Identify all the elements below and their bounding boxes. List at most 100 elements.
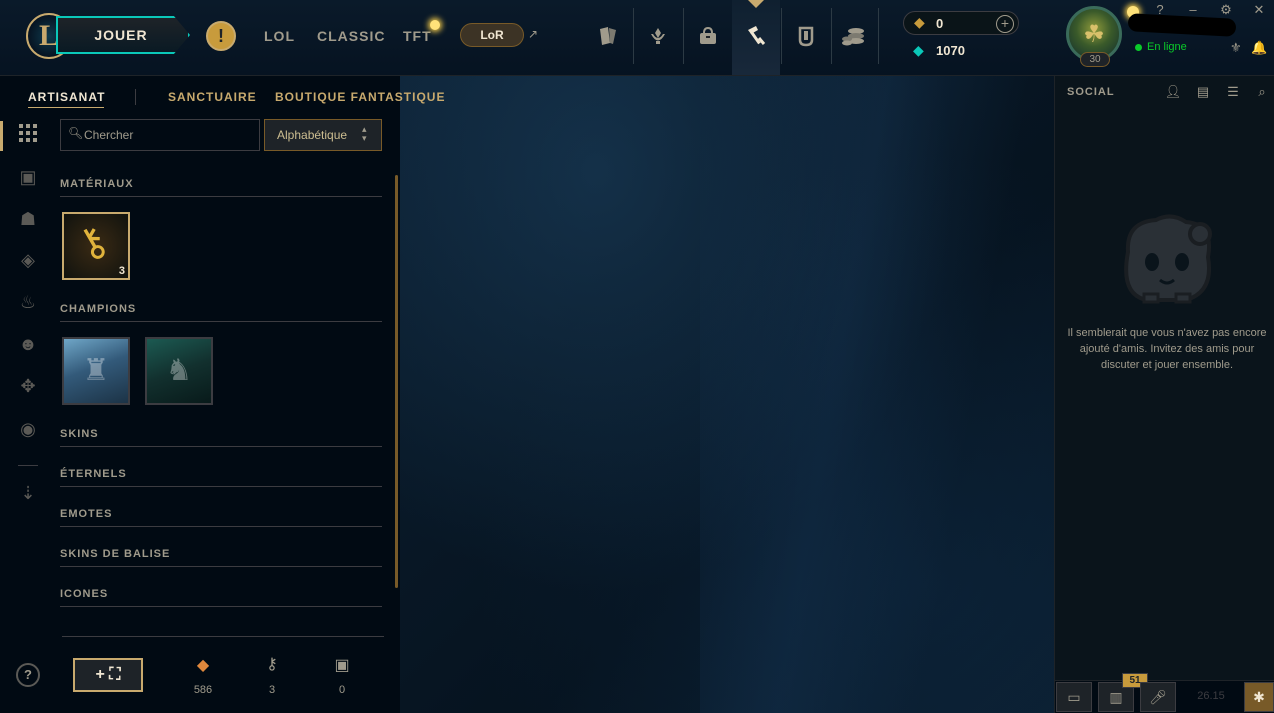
filter-all-grid-icon[interactable]	[16, 124, 40, 148]
key-fragment-count: 3	[268, 684, 276, 696]
rp-value: 0	[936, 16, 944, 31]
online-status-text[interactable]: En ligne	[1147, 41, 1187, 53]
category-ward-skins-header[interactable]: SKINS DE BALISE	[60, 548, 382, 567]
add-friend-icon[interactable]: 👤︎	[1164, 84, 1182, 100]
tab-boutique-fantastique[interactable]: BOUTIQUE FANTASTIQUE	[275, 90, 445, 104]
tab-divider	[135, 89, 136, 105]
loot-scrollbar[interactable]	[395, 175, 398, 588]
sort-selected-value: Alphabétique	[277, 128, 348, 142]
champions-icon[interactable]	[640, 18, 676, 54]
blue-essence-icon: ◆	[913, 42, 924, 58]
voice-mic-icon[interactable]: 🎤︎	[1140, 682, 1176, 712]
bell-icon[interactable]: 🔔	[1251, 40, 1267, 56]
crafting-icon[interactable]	[738, 18, 774, 54]
category-materials-header[interactable]: MATÉRIAUX	[60, 178, 382, 197]
ranked-icon[interactable]: ⚜	[1230, 40, 1242, 56]
help-icon[interactable]: ?	[1152, 2, 1168, 17]
add-folder-icon[interactable]: ▤	[1194, 84, 1212, 100]
minimize-icon[interactable]: –	[1185, 2, 1201, 17]
category-divider	[60, 606, 382, 607]
item-count: 3	[118, 265, 125, 277]
category-skins-header[interactable]: SKINS	[60, 428, 382, 447]
buy-rp-button[interactable]: +	[996, 15, 1014, 33]
filter-eternals-flame-icon[interactable]: ♨	[16, 290, 40, 314]
level-badge: 30	[1080, 52, 1110, 67]
close-icon[interactable]: ✕	[1251, 2, 1267, 18]
poro-mascot-icon	[1124, 214, 1212, 304]
category-label: CHAMPIONS	[60, 303, 137, 315]
tab-sanctuaire[interactable]: SANCTUAIRE	[168, 90, 257, 104]
category-divider	[60, 486, 382, 487]
lor-launch-button[interactable]: LoR	[460, 23, 524, 47]
category-divider	[60, 321, 382, 322]
clock-text: 26.15	[1197, 690, 1225, 702]
store-icon[interactable]	[690, 18, 726, 54]
category-emotes-header[interactable]: EMOTES	[60, 508, 382, 527]
currency-icon[interactable]	[836, 18, 872, 54]
cards-icon[interactable]	[590, 18, 626, 54]
active-tab-underline	[28, 107, 104, 108]
riot-points-icon: ◆	[914, 14, 925, 30]
blue-essence-value: 1070	[936, 43, 965, 58]
footer-divider	[62, 636, 384, 637]
sort-chevron-icon: ▴ ▾	[362, 124, 367, 143]
category-label: ÉTERNELS	[60, 468, 127, 480]
collection-icon[interactable]	[788, 18, 824, 54]
sidebar-divider	[18, 465, 38, 466]
active-filter-indicator	[0, 121, 3, 151]
list-view-icon[interactable]: ☰	[1224, 84, 1242, 100]
social-panel	[1054, 76, 1274, 713]
category-eternals-header[interactable]: ÉTERNELS	[60, 468, 382, 487]
category-champions-header[interactable]: CHAMPIONS	[60, 303, 382, 322]
nav-link-classic[interactable]: CLASSIC	[317, 28, 385, 44]
search-friends-icon[interactable]: ⌕	[1253, 84, 1271, 100]
filter-skin-mask-icon[interactable]: ◈	[16, 248, 40, 272]
chat-icon[interactable]: ▭	[1056, 682, 1092, 712]
chest-count: 0	[338, 684, 346, 696]
loot-item-champion-shard[interactable]: ♞	[145, 337, 213, 405]
loot-item-champion-shard[interactable]: ♜	[62, 337, 130, 405]
alert-icon[interactable]: !	[206, 21, 236, 51]
nav-divider	[683, 8, 684, 64]
nav-link-lol[interactable]: LOL	[264, 28, 295, 44]
key-fragment-icon: ⚷	[266, 656, 278, 673]
category-label: SKINS	[60, 428, 99, 440]
chest-icon: ▣	[334, 657, 350, 674]
tab-artisanat[interactable]: ARTISANAT	[28, 90, 105, 104]
category-icons-header[interactable]: ICONES	[60, 588, 382, 607]
nav-link-tft[interactable]: TFT	[403, 28, 432, 44]
category-label: EMOTES	[60, 508, 113, 520]
filter-emotes-face-icon[interactable]: ☻	[16, 332, 40, 356]
external-link-icon: ↗	[528, 27, 539, 41]
buy-chest-button[interactable]: + ⛶	[73, 658, 143, 692]
filter-ward-icon[interactable]: ✥	[16, 374, 40, 398]
category-label: ICONES	[60, 588, 109, 600]
filter-profile-icon[interactable]: ◉	[16, 417, 40, 441]
loot-item-hextech-key[interactable]: ⚷ 3	[62, 212, 130, 280]
online-status-icon	[1135, 44, 1142, 51]
category-label: MATÉRIAUX	[60, 178, 134, 190]
nav-divider	[781, 8, 782, 64]
orange-essence-icon: ◆	[196, 657, 210, 674]
notification-dot-icon	[430, 20, 440, 30]
settings-gear-icon[interactable]: ⚙	[1218, 2, 1234, 18]
filter-misc-icon[interactable]: ⇣	[16, 481, 40, 505]
search-icon: 🔍︎	[68, 126, 84, 140]
no-friends-message: Il semblerait que vous n'avez pas encore…	[1067, 327, 1267, 371]
bug-report-icon[interactable]: ✱	[1244, 682, 1274, 712]
nav-divider	[633, 8, 634, 64]
filter-champion-helmet-icon[interactable]: ☗	[16, 207, 40, 231]
category-divider	[60, 566, 382, 567]
lor-label: LoR	[480, 28, 504, 42]
nav-divider	[878, 8, 879, 64]
nav-active-indicator-icon	[748, 0, 764, 8]
help-button[interactable]: ?	[16, 663, 40, 687]
orange-essence-count: 586	[193, 684, 213, 696]
category-divider	[60, 526, 382, 527]
category-label: SKINS DE BALISE	[60, 548, 171, 560]
champion-portrait-icon: ♜	[82, 354, 110, 387]
play-button[interactable]: JOUER	[56, 16, 190, 54]
filter-chest-icon[interactable]: ▣	[16, 165, 40, 189]
search-input[interactable]	[84, 121, 254, 149]
nav-divider	[831, 8, 832, 64]
